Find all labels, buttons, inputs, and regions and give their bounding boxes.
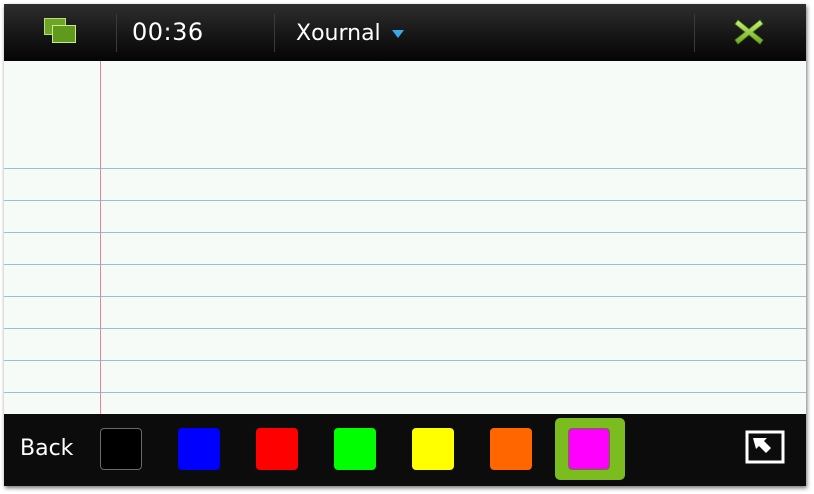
clock: 00:36 bbox=[132, 18, 204, 46]
separator bbox=[694, 14, 695, 52]
title-bar: 00:36 Xournal bbox=[4, 4, 806, 61]
swatch-fill bbox=[100, 428, 142, 470]
color-swatch-orange[interactable] bbox=[477, 418, 547, 480]
color-toolbar: Back bbox=[4, 414, 806, 486]
swatch-fill bbox=[256, 428, 298, 470]
close-icon bbox=[734, 19, 764, 45]
swatch-fill bbox=[490, 428, 532, 470]
ruled-line bbox=[4, 200, 806, 201]
task-switcher-icon[interactable] bbox=[44, 18, 78, 46]
color-swatch-blue[interactable] bbox=[165, 418, 235, 480]
app-window: 00:36 Xournal Back bbox=[4, 4, 806, 486]
ruled-line bbox=[4, 296, 806, 297]
back-button[interactable]: Back bbox=[20, 436, 73, 461]
ruled-line bbox=[4, 328, 806, 329]
color-swatch-red[interactable] bbox=[243, 418, 313, 480]
close-button[interactable] bbox=[734, 18, 764, 46]
ruled-line bbox=[4, 392, 806, 393]
separator bbox=[274, 14, 275, 52]
swatch-fill bbox=[178, 428, 220, 470]
ruled-line bbox=[4, 264, 806, 265]
drawing-canvas[interactable] bbox=[4, 61, 806, 414]
color-swatch-green[interactable] bbox=[321, 418, 391, 480]
fullscreen-toggle-icon bbox=[745, 430, 785, 464]
swatch-fill bbox=[334, 428, 376, 470]
switcher-front-window bbox=[52, 25, 76, 43]
ruled-line bbox=[4, 232, 806, 233]
separator bbox=[116, 14, 117, 52]
color-swatch-black[interactable] bbox=[87, 418, 157, 480]
color-swatch-yellow[interactable] bbox=[399, 418, 469, 480]
app-title: Xournal bbox=[296, 20, 381, 46]
fullscreen-button[interactable] bbox=[745, 430, 785, 464]
swatch-fill bbox=[412, 428, 454, 470]
margin-line bbox=[100, 61, 101, 414]
color-swatch-magenta[interactable] bbox=[555, 418, 625, 480]
ruled-line bbox=[4, 168, 806, 169]
ruled-line bbox=[4, 360, 806, 361]
swatch-fill bbox=[568, 428, 610, 470]
app-menu-button[interactable]: Xournal bbox=[296, 18, 404, 48]
chevron-down-icon bbox=[391, 30, 404, 38]
